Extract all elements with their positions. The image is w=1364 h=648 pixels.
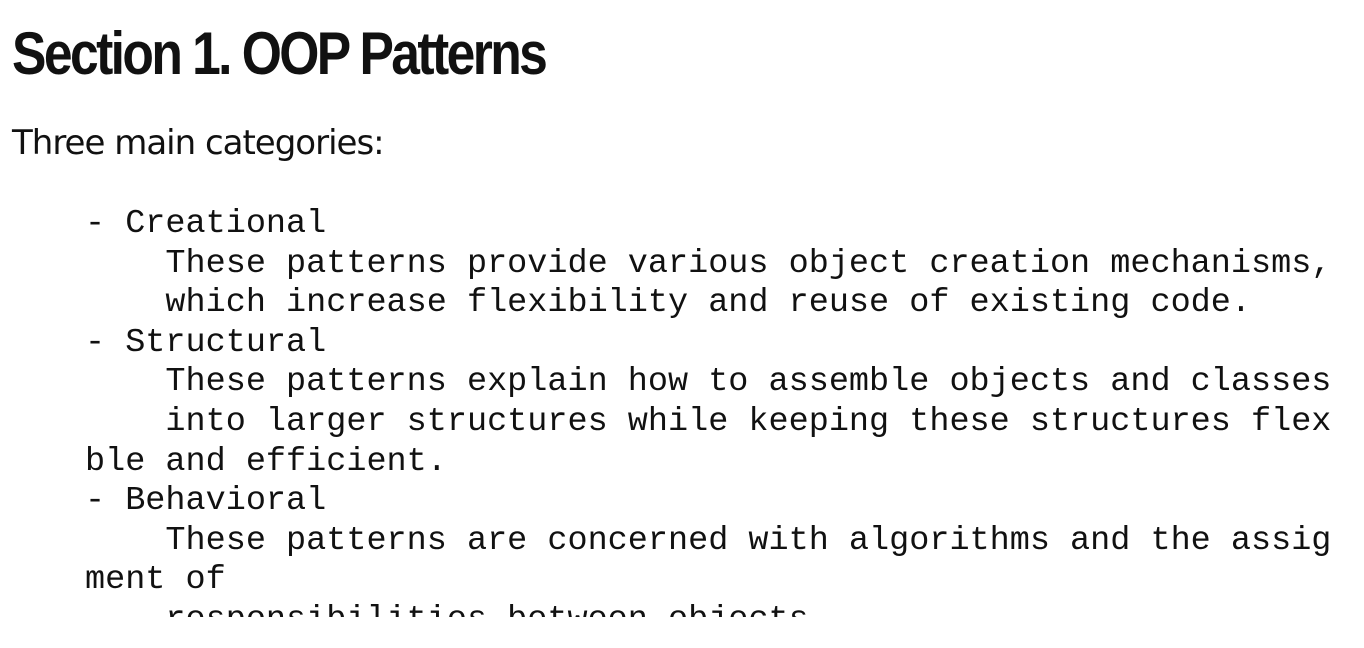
code-block: - Creational These patterns provide vari… <box>85 205 1335 617</box>
code-line-structural-desc-1: These patterns explain how to assemble o… <box>85 363 1332 402</box>
code-line-behavioral-heading: - Behavioral <box>85 482 327 521</box>
slide-title: Section 1. OOP Patterns <box>12 20 548 87</box>
code-line-structural-heading: - Structural <box>85 323 327 362</box>
code-line-behavioral-desc-3: responsibilities between objects. <box>85 601 1335 617</box>
code-line-creational-desc-1: These patterns provide various object cr… <box>85 244 1332 283</box>
code-line-behavioral-desc-2: ment of <box>85 561 226 600</box>
code-line-structural-desc-3: ble and efficient. <box>85 442 447 481</box>
slide-subtitle: Three main categories: <box>12 123 385 163</box>
code-line-behavioral-desc-1: These patterns are concerned with algori… <box>85 521 1332 560</box>
code-line-creational-heading: - Creational <box>85 205 327 243</box>
code-line-structural-desc-2: into larger structures while keeping the… <box>85 402 1332 441</box>
code-line-creational-desc-2: which increase flexibility and reuse of … <box>85 284 1251 323</box>
